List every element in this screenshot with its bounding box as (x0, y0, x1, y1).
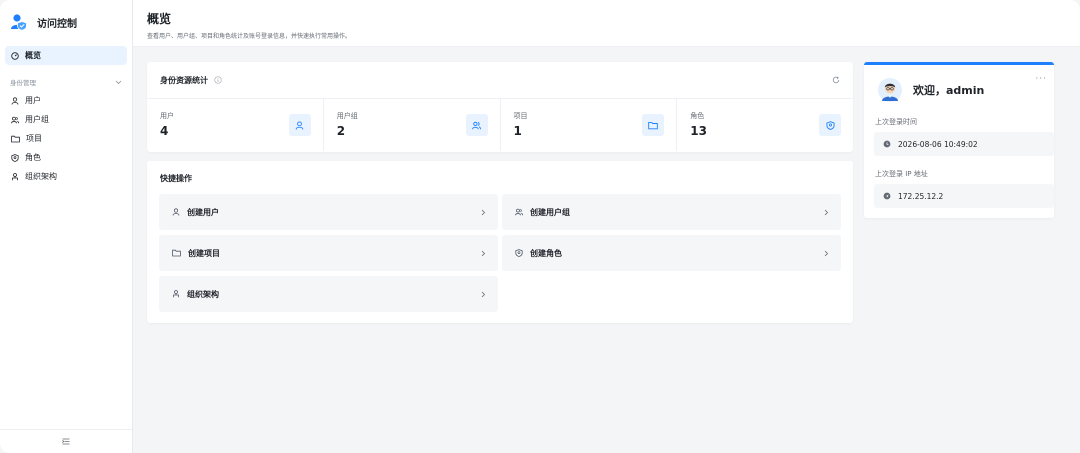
chevron-right-icon (481, 291, 486, 298)
clock-icon (883, 140, 891, 148)
welcome-header: 欢迎，admin (864, 65, 1054, 103)
sidebar-item-overview[interactable]: 概览 (5, 46, 127, 65)
stat-roles[interactable]: 角色 13 (677, 99, 853, 151)
brand: 访问控制 (0, 0, 132, 44)
user-icon (172, 208, 180, 216)
chevron-right-icon (481, 250, 486, 257)
last-login-ip-field: 172.25.12.2 (874, 184, 1054, 208)
collapse-menu-icon (62, 438, 70, 445)
sidebar-item-label: 项目 (26, 134, 42, 143)
chevron-right-icon (824, 250, 829, 257)
users-icon (515, 208, 523, 216)
welcome-card: 欢迎，admin ··· 上次登录时间 2026-08-06 10:49:02 … (864, 62, 1054, 218)
main-content: 概览 查看用户、用户组、项目和角色统计及账号登录信息，并快速执行常用操作。 身份… (133, 0, 1080, 453)
last-login-ip-value: 172.25.12.2 (898, 191, 944, 201)
page-subtitle: 查看用户、用户组、项目和角色统计及账号登录信息，并快速执行常用操作。 (147, 33, 352, 40)
users-icon (11, 116, 19, 124)
sidebar-group-label: 身份管理 (10, 79, 36, 87)
sidebar-item-label: 组织架构 (25, 172, 57, 181)
access-control-logo-icon (10, 13, 28, 31)
org-icon (11, 172, 19, 181)
page-header: 概览 查看用户、用户组、项目和角色统计及账号登录信息，并快速执行常用操作。 (133, 0, 1080, 47)
sidebar-item-org-structure[interactable]: 组织架构 (0, 167, 132, 186)
shield-icon (11, 153, 19, 162)
location-icon (883, 192, 891, 200)
folder-icon (11, 135, 20, 143)
quick-action-label: 组织架构 (187, 289, 219, 299)
folder-icon (172, 249, 181, 257)
last-login-time-value: 2026-08-06 10:49:02 (898, 139, 978, 149)
create-role-button[interactable]: 创建角色 (502, 235, 841, 271)
create-project-button[interactable]: 创建项目 (159, 235, 498, 271)
quick-action-label: 创建用户 (187, 207, 219, 217)
create-user-group-button[interactable]: 创建用户组 (502, 194, 841, 230)
quick-action-label: 创建项目 (188, 248, 220, 258)
stats-card-title: 身份资源统计 (160, 75, 208, 85)
sidebar-item-projects[interactable]: 项目 (0, 129, 132, 148)
stat-users[interactable]: 用户 4 (147, 99, 324, 151)
shield-icon (819, 114, 841, 136)
page-title: 概览 (147, 12, 172, 26)
last-login-ip-label: 上次登录 IP 地址 (875, 170, 928, 178)
dashboard-icon (11, 51, 19, 60)
sidebar-item-label: 概览 (25, 51, 41, 60)
org-structure-button[interactable]: 组织架构 (159, 276, 498, 312)
stats-card-header: 身份资源统计 (147, 62, 853, 99)
stat-user-groups[interactable]: 用户组 2 (324, 99, 501, 151)
welcome-greeting: 欢迎，admin (913, 83, 985, 97)
stats-row: 用户 4 用户组 2 项目 1 角色 13 (147, 99, 853, 151)
sidebar-item-roles[interactable]: 角色 (0, 148, 132, 167)
quick-action-label: 创建角色 (530, 248, 562, 258)
sidebar: 访问控制 概览 身份管理 用户 用户组 项目 角色 组织架构 (0, 0, 133, 453)
more-options-icon[interactable]: ··· (1035, 74, 1047, 84)
create-user-button[interactable]: 创建用户 (159, 194, 498, 230)
shield-icon (515, 249, 523, 257)
sidebar-item-label: 用户组 (25, 115, 49, 124)
identity-stats-card: 身份资源统计 用户 4 用户组 2 项目 1 角色 13 (147, 62, 853, 152)
refresh-icon[interactable] (832, 76, 840, 84)
org-icon (172, 290, 180, 298)
sidebar-item-label: 角色 (25, 153, 41, 162)
quick-action-label: 创建用户组 (530, 207, 570, 217)
app-window: 访问控制 概览 身份管理 用户 用户组 项目 角色 组织架构 概览 查看用户、用… (0, 0, 1080, 453)
quick-actions-title: 快捷操作 (160, 174, 192, 183)
chevron-down-icon (115, 80, 122, 85)
user-icon (11, 96, 19, 105)
last-login-time-label: 上次登录时间 (875, 118, 917, 126)
folder-icon (642, 114, 665, 136)
avatar (878, 77, 902, 102)
user-icon (288, 114, 311, 136)
last-login-time-field: 2026-08-06 10:49:02 (874, 132, 1054, 156)
sidebar-item-user-groups[interactable]: 用户组 (0, 110, 132, 129)
sidebar-item-label: 用户 (25, 96, 41, 105)
sidebar-group-identity[interactable]: 身份管理 (0, 73, 132, 91)
stat-projects[interactable]: 项目 1 (501, 99, 678, 151)
sidebar-collapse-button[interactable] (0, 429, 132, 453)
users-icon (465, 114, 488, 136)
quick-actions-card: 快捷操作 创建用户 创建用户组 创建项目 创建角色 组织架构 (147, 161, 853, 323)
chevron-right-icon (481, 209, 486, 216)
sidebar-item-users[interactable]: 用户 (0, 91, 132, 110)
info-icon[interactable] (214, 76, 222, 84)
chevron-right-icon (824, 209, 829, 216)
brand-title: 访问控制 (37, 18, 77, 30)
